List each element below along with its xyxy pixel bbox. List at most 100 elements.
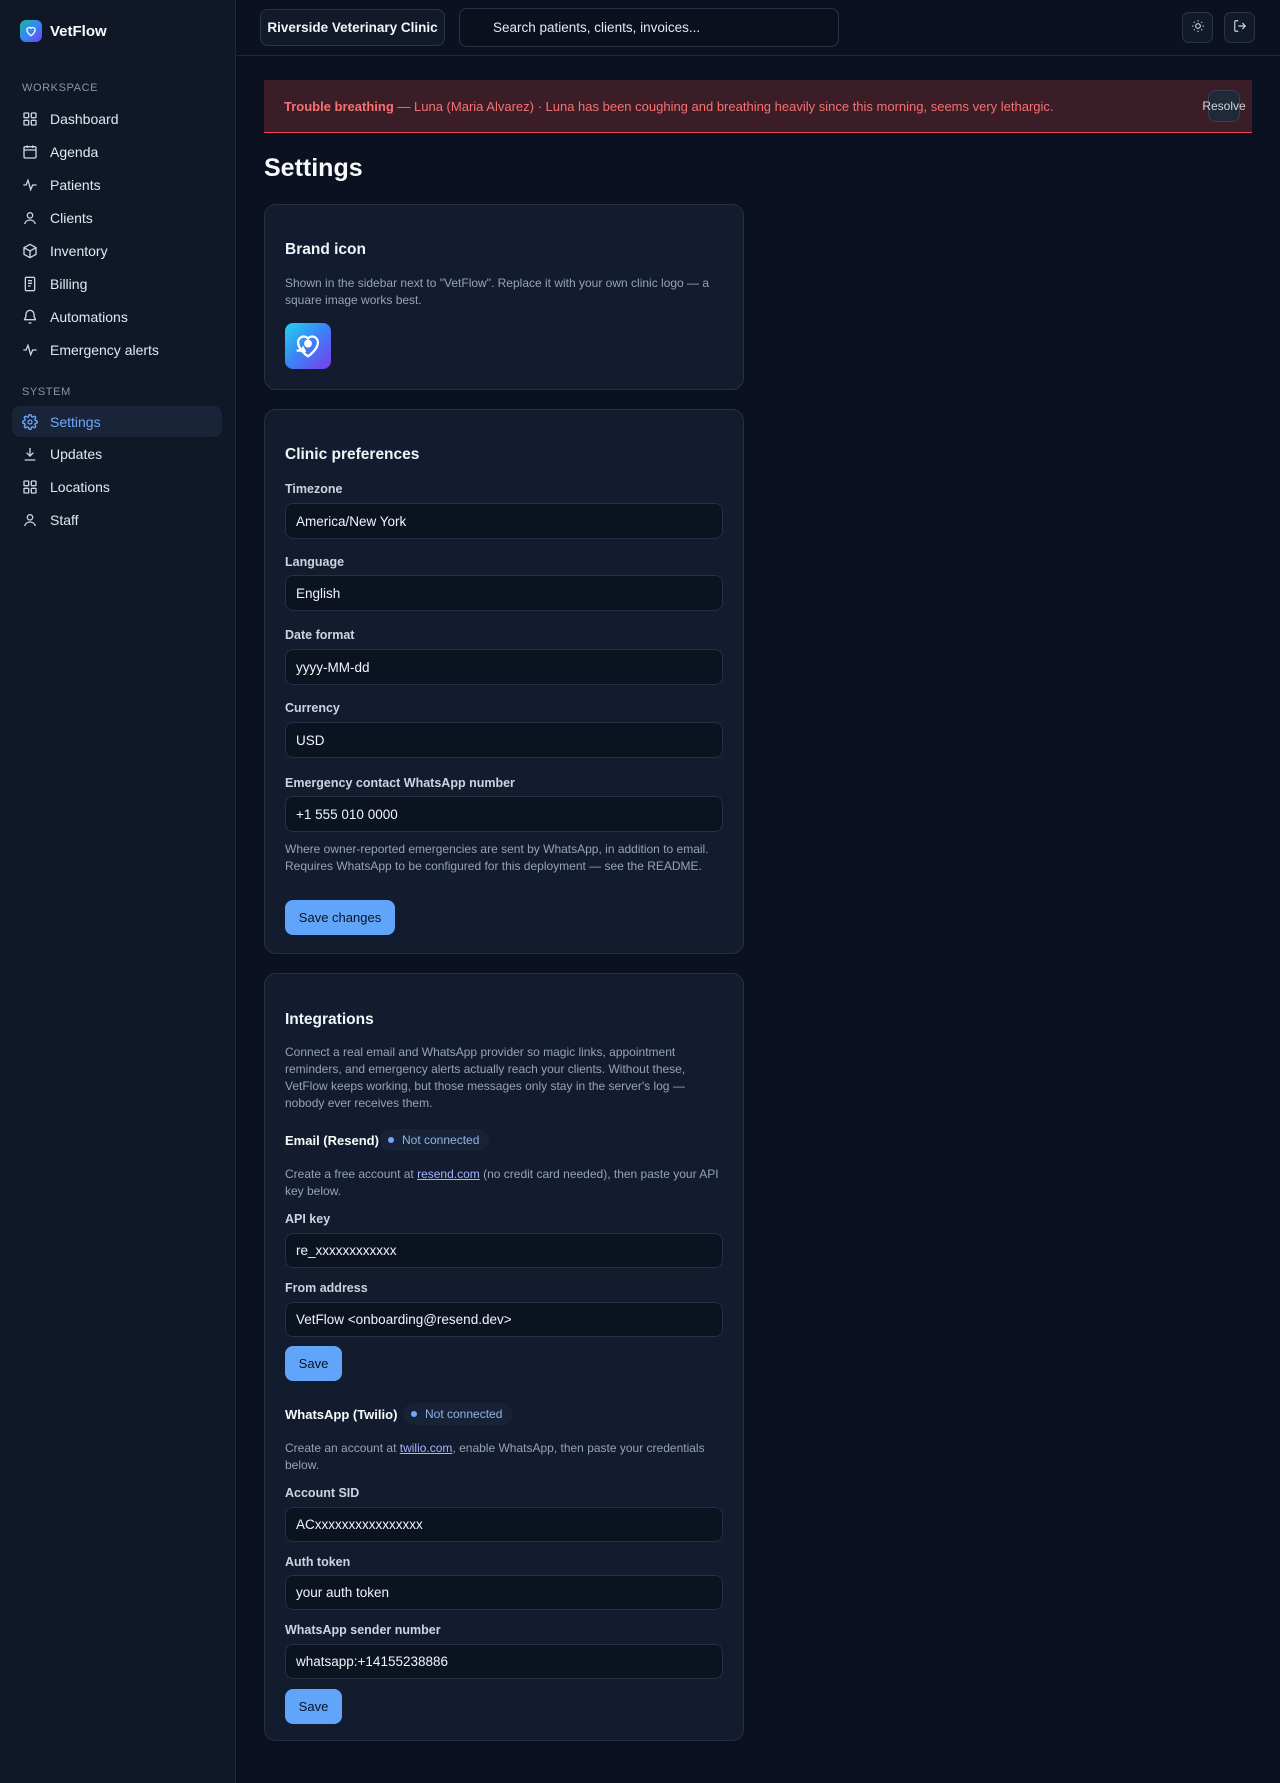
activity-icon bbox=[22, 177, 38, 193]
sidebar-item-emergency-alerts[interactable]: Emergency alerts bbox=[12, 334, 222, 365]
sidebar-item-agenda[interactable]: Agenda bbox=[12, 136, 222, 167]
page-title: Settings bbox=[264, 154, 363, 182]
email-status-text: Not connected bbox=[402, 1133, 480, 1147]
sender-number-label: WhatsApp sender number bbox=[285, 1623, 441, 1637]
sidebar-item-locations[interactable]: Locations bbox=[12, 471, 222, 502]
search-input[interactable]: Search patients, clients, invoices... bbox=[459, 8, 839, 47]
sidebar-item-automations[interactable]: Automations bbox=[12, 301, 222, 332]
currency-select[interactable]: USD bbox=[285, 722, 723, 758]
whatsapp-status-badge: Not connected bbox=[403, 1403, 513, 1425]
sidebar: VetFlow WORKSPACE Dashboard Agenda Patie… bbox=[0, 0, 236, 1783]
emergency-alert-banner: Trouble breathing — Luna (Maria Alvarez)… bbox=[264, 80, 1252, 133]
file-icon bbox=[22, 276, 38, 292]
currency-value: USD bbox=[296, 732, 325, 748]
sidebar-item-label: Settings bbox=[50, 413, 101, 430]
grid-icon bbox=[22, 111, 38, 127]
logout-button[interactable] bbox=[1224, 12, 1255, 43]
brand-icon-card: Brand icon Shown in the sidebar next to … bbox=[264, 204, 744, 390]
alert-message: — Luna (Maria Alvarez) · Luna has been c… bbox=[393, 98, 1054, 114]
workspace-section-label: WORKSPACE bbox=[22, 82, 99, 94]
sidebar-item-updates[interactable]: Updates bbox=[12, 438, 222, 469]
integrations-card: Integrations Connect a real email and Wh… bbox=[264, 973, 744, 1741]
whatsapp-status-text: Not connected bbox=[425, 1407, 503, 1421]
sender-number-value: whatsapp:+14155238886 bbox=[296, 1654, 449, 1669]
alert-title: Trouble breathing bbox=[284, 98, 394, 114]
sidebar-item-clients[interactable]: Clients bbox=[12, 202, 222, 233]
clinic-switcher-button[interactable]: Riverside Veterinary Clinic bbox=[260, 9, 445, 46]
whatsapp-contact-label: Emergency contact WhatsApp number bbox=[285, 776, 515, 790]
date-format-select[interactable]: yyyy-MM-dd bbox=[285, 649, 723, 685]
card-title: Integrations bbox=[285, 1011, 374, 1028]
sidebar-item-label: Patients bbox=[50, 176, 101, 193]
status-dot-icon bbox=[411, 1411, 417, 1417]
card-description: Shown in the sidebar next to "VetFlow". … bbox=[285, 276, 710, 307]
email-status-badge: Not connected bbox=[380, 1129, 490, 1151]
timezone-select[interactable]: America/New York bbox=[285, 503, 723, 539]
email-resend-title: Email (Resend) bbox=[285, 1133, 379, 1148]
download-icon bbox=[22, 446, 38, 462]
sidebar-item-label: Billing bbox=[50, 275, 88, 292]
system-section-label: SYSTEM bbox=[22, 386, 71, 398]
gear-icon bbox=[22, 413, 38, 430]
auth-token-input[interactable]: your auth token bbox=[285, 1575, 723, 1610]
sidebar-item-label: Automations bbox=[50, 308, 128, 325]
sidebar-item-label: Agenda bbox=[50, 143, 99, 160]
email-save-button[interactable]: Save bbox=[285, 1346, 342, 1381]
brand-name: VetFlow bbox=[50, 22, 107, 40]
whatsapp-twilio-title: WhatsApp (Twilio) bbox=[285, 1407, 398, 1422]
resend-link[interactable]: resend.com bbox=[417, 1167, 480, 1181]
sidebar-item-dashboard[interactable]: Dashboard bbox=[12, 103, 222, 134]
whatsapp-contact-help: Where owner-reported emergencies are sen… bbox=[285, 842, 709, 873]
sidebar-item-billing[interactable]: Billing bbox=[12, 268, 222, 299]
whatsapp-save-button[interactable]: Save bbox=[285, 1689, 342, 1724]
sun-icon bbox=[1191, 19, 1205, 36]
sidebar-item-label: Dashboard bbox=[50, 110, 119, 127]
sidebar-item-patients[interactable]: Patients bbox=[12, 169, 222, 200]
account-sid-input[interactable]: ACxxxxxxxxxxxxxxxx bbox=[285, 1507, 723, 1542]
card-title: Brand icon bbox=[285, 241, 366, 258]
whatsapp-contact-value: +1 555 010 0000 bbox=[296, 806, 398, 822]
brand-logo-icon bbox=[20, 20, 42, 42]
activity-icon bbox=[22, 342, 38, 358]
date-format-value: yyyy-MM-dd bbox=[296, 659, 370, 675]
whatsapp-contact-input[interactable]: +1 555 010 0000 bbox=[285, 796, 723, 832]
sidebar-item-label: Inventory bbox=[50, 242, 108, 259]
from-address-input[interactable]: VetFlow <onboarding@resend.dev> bbox=[285, 1302, 723, 1337]
heart-paw-icon bbox=[291, 328, 325, 365]
twilio-link[interactable]: twilio.com bbox=[400, 1441, 453, 1455]
sidebar-item-settings[interactable]: Settings bbox=[12, 406, 222, 437]
language-select[interactable]: English bbox=[285, 575, 723, 611]
sidebar-item-staff[interactable]: Staff bbox=[12, 504, 222, 535]
bell-icon bbox=[22, 309, 38, 325]
sidebar-item-inventory[interactable]: Inventory bbox=[12, 235, 222, 266]
brand-icon-upload[interactable] bbox=[285, 323, 331, 369]
logout-icon bbox=[1233, 19, 1247, 36]
brand[interactable]: VetFlow bbox=[20, 20, 107, 42]
search-placeholder: Search patients, clients, invoices... bbox=[493, 20, 701, 35]
sidebar-item-label: Emergency alerts bbox=[50, 341, 159, 358]
resolve-button[interactable]: Resolve bbox=[1202, 90, 1246, 122]
calendar-icon bbox=[22, 144, 38, 160]
status-dot-icon bbox=[388, 1137, 394, 1143]
sender-number-input[interactable]: whatsapp:+14155238886 bbox=[285, 1644, 723, 1679]
auth-token-value: your auth token bbox=[296, 1585, 390, 1600]
timezone-value: America/New York bbox=[296, 513, 407, 529]
from-address-label: From address bbox=[285, 1281, 368, 1295]
api-key-value: re_xxxxxxxxxxxx bbox=[296, 1243, 397, 1258]
account-sid-value: ACxxxxxxxxxxxxxxxx bbox=[296, 1517, 423, 1532]
date-format-label: Date format bbox=[285, 628, 355, 642]
currency-label: Currency bbox=[285, 701, 340, 715]
auth-token-label: Auth token bbox=[285, 1555, 351, 1569]
theme-toggle-button[interactable] bbox=[1182, 12, 1213, 43]
box-icon bbox=[22, 243, 38, 259]
email-help-prefix: Create a free account at bbox=[285, 1167, 418, 1181]
api-key-label: API key bbox=[285, 1212, 331, 1226]
language-value: English bbox=[296, 585, 341, 601]
grid-icon bbox=[22, 479, 38, 495]
account-sid-label: Account SID bbox=[285, 1486, 360, 1500]
topbar: Riverside Veterinary Clinic Search patie… bbox=[236, 0, 1280, 56]
save-changes-button[interactable]: Save changes bbox=[285, 900, 395, 935]
email-help: Create a free account at resend.com (no … bbox=[285, 1166, 725, 1200]
sidebar-item-label: Updates bbox=[50, 445, 103, 462]
api-key-input[interactable]: re_xxxxxxxxxxxx bbox=[285, 1233, 723, 1268]
